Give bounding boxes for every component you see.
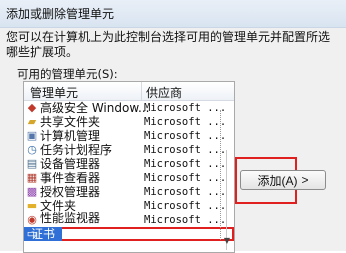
list-item-vendor: Microsoft ... <box>144 200 227 212</box>
list-item-name: 任务计划程序 <box>40 143 113 157</box>
list-item-vendor: Microsoft ... <box>144 214 227 226</box>
description-text: 您可以在计算机上为此控制台选择可用的管理单元并配置所选 哪些扩展项。 <box>6 30 341 60</box>
scroll-down-arrow-icon[interactable]: ▼ <box>222 236 232 246</box>
folder-icon: ▬ <box>26 199 38 212</box>
shared-folder-icon: ▰ <box>27 115 37 128</box>
column-header-name[interactable]: 管理单元 <box>30 84 78 101</box>
list-item-name: 设备管理器 <box>40 157 101 171</box>
chevron-right-icon: > <box>301 173 309 187</box>
window-title: 添加或删除管理单元 <box>6 7 115 21</box>
list-item-name: 性能监视器 <box>40 211 101 225</box>
list-item-vendor: Microsoft ... <box>144 186 227 198</box>
list-item-vendor: Microsoft ... <box>144 172 227 184</box>
list-item-name: 证书 <box>31 227 56 241</box>
list-item[interactable]: ▰ 共享文件夹 Microsoft ... <box>24 115 234 129</box>
list-item-vendor: Microsoft ... <box>144 116 227 128</box>
column-header-vendor[interactable]: 供应商 <box>146 84 182 101</box>
list-item[interactable]: ◆ 高级安全 Window... Microsoft ... <box>24 101 234 115</box>
list-scrollbar-gripper[interactable] <box>220 110 234 240</box>
performance-monitor-icon: ◉ <box>27 213 37 226</box>
list-item-name: 共享文件夹 <box>40 115 101 129</box>
list-item[interactable]: ◉ 性能监视器 Microsoft ... <box>24 211 234 227</box>
add-button[interactable]: 添加(A) > <box>240 170 326 190</box>
list-item-vendor: Microsoft ... <box>144 144 227 156</box>
list-item[interactable]: ▣ 计算机管理 Microsoft ... <box>24 129 234 143</box>
list-item-vendor: Microsoft ... <box>144 130 227 142</box>
task-scheduler-icon: ◷ <box>27 143 37 156</box>
available-snapins-label: 可用的管理单元(S): <box>17 67 118 81</box>
add-button-label: 添加(A) <box>257 173 298 188</box>
list-item[interactable]: ▩ 授权管理器 Microsoft ... <box>24 185 234 199</box>
list-item-name: 计算机管理 <box>40 129 101 143</box>
list-item-name: 授权管理器 <box>40 185 101 199</box>
list-item[interactable]: ◷ 任务计划程序 Microsoft ... <box>24 143 234 157</box>
list-item-vendor: Microsoft ... <box>144 102 227 114</box>
description-line-1: 您可以在计算机上为此控制台选择可用的管理单元并配置所选 <box>6 30 331 44</box>
firewall-icon: ◆ <box>27 101 37 114</box>
list-item[interactable]: ▦ 事件查看器 Microsoft ... <box>24 171 234 185</box>
description-line-2: 哪些扩展项。 <box>6 45 79 59</box>
list-item-name: 高级安全 Window... <box>40 101 150 115</box>
computer-management-icon: ▣ <box>26 129 38 142</box>
list-item[interactable]: ▤ 设备管理器 Microsoft ... <box>24 157 234 171</box>
column-separator[interactable] <box>141 82 142 100</box>
available-snapins-list[interactable]: 管理单元 供应商 ◆ 高级安全 Window... Microsoft ... … <box>23 81 235 253</box>
event-viewer-icon: ▦ <box>26 171 38 184</box>
list-item-name: 事件查看器 <box>40 171 101 185</box>
title-bar: 添加或删除管理单元 <box>0 0 346 28</box>
list-item-vendor: Microsoft ... <box>144 158 227 170</box>
authorization-manager-icon: ▩ <box>26 185 38 198</box>
device-manager-icon: ▤ <box>26 157 38 170</box>
list-item-selected[interactable]: ▭ 证书 <box>24 227 234 241</box>
list-header: 管理单元 供应商 <box>24 82 234 101</box>
